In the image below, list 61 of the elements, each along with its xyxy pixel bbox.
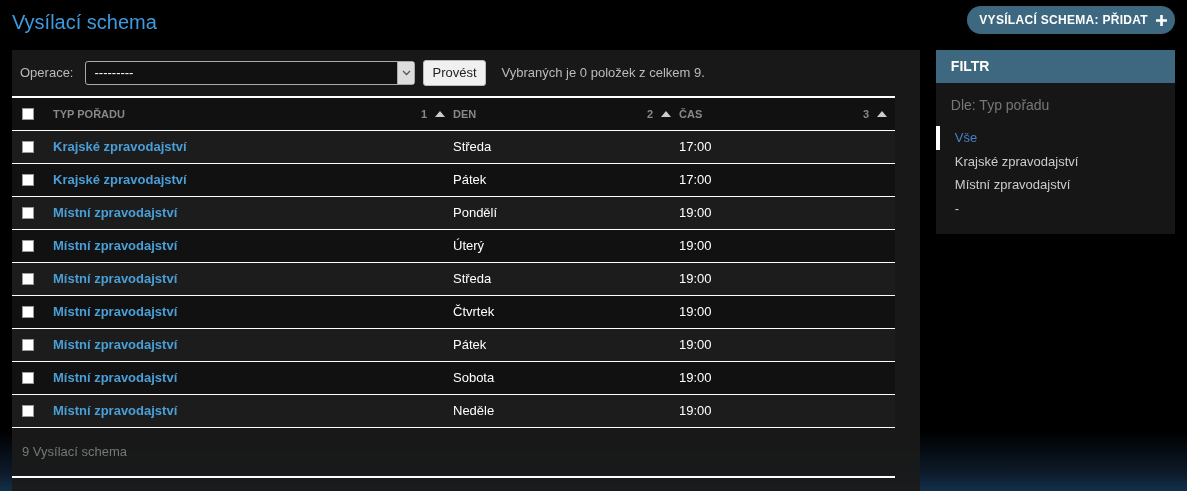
checkbox[interactable] bbox=[22, 372, 34, 384]
checkbox[interactable] bbox=[22, 306, 34, 318]
row-link[interactable]: Místní zpravodajství bbox=[53, 238, 178, 254]
time-cell: 17:00 bbox=[679, 172, 712, 188]
filter-option[interactable]: Vše bbox=[935, 126, 1175, 150]
time-cell: 19:00 bbox=[679, 403, 712, 419]
day-cell: Neděle bbox=[453, 403, 495, 419]
time-cell: 19:00 bbox=[679, 238, 712, 254]
time-cell: 19:00 bbox=[679, 304, 712, 320]
action-select[interactable]: --------- bbox=[85, 61, 416, 85]
time-cell: 19:00 bbox=[679, 337, 712, 353]
sort-priority: 2 bbox=[646, 106, 653, 122]
day-cell: Pátek bbox=[453, 337, 487, 353]
sort-priority: 1 bbox=[420, 106, 427, 122]
time-cell: 19:00 bbox=[679, 271, 712, 287]
day-cell: Středa bbox=[453, 139, 492, 155]
filter-option[interactable]: Místní zpravodajství bbox=[935, 173, 1175, 197]
checkbox[interactable] bbox=[22, 273, 34, 285]
column-header[interactable]: ČAS bbox=[679, 105, 703, 123]
checkbox[interactable] bbox=[22, 240, 34, 252]
plus-icon bbox=[1156, 14, 1167, 26]
checkbox[interactable] bbox=[22, 108, 34, 120]
row-link[interactable]: Místní zpravodajství bbox=[53, 205, 178, 221]
day-cell: Čtvrtek bbox=[453, 304, 495, 320]
run-button[interactable]: Provést bbox=[423, 60, 486, 86]
action-label: Operace: bbox=[20, 64, 74, 83]
filter-option[interactable]: - bbox=[935, 196, 1175, 220]
filter-title: FILTR bbox=[935, 50, 1175, 83]
caret-icon bbox=[402, 70, 411, 76]
day-cell: Pátek bbox=[453, 172, 487, 188]
day-cell: Sobota bbox=[453, 370, 495, 386]
sort-ascending-icon[interactable] bbox=[877, 111, 887, 117]
row-link[interactable]: Krajské zpravodajství bbox=[53, 172, 187, 188]
time-cell: 17:00 bbox=[679, 139, 712, 155]
checkbox[interactable] bbox=[22, 141, 34, 153]
page-title: Vysílací schema bbox=[12, 10, 157, 34]
sort-priority: 3 bbox=[862, 106, 869, 122]
row-link[interactable]: Místní zpravodajství bbox=[53, 271, 178, 287]
time-cell: 19:00 bbox=[679, 370, 712, 386]
checkbox[interactable] bbox=[22, 174, 34, 186]
row-link[interactable]: Krajské zpravodajství bbox=[53, 139, 187, 155]
day-cell: Středa bbox=[453, 271, 492, 287]
column-header[interactable]: TYP POŘADU bbox=[53, 105, 125, 123]
sort-ascending-icon[interactable] bbox=[435, 111, 445, 117]
filter-option[interactable]: Krajské zpravodajství bbox=[935, 149, 1175, 173]
time-cell: 19:00 bbox=[679, 205, 712, 221]
row-link[interactable]: Místní zpravodajství bbox=[53, 370, 178, 386]
checkbox[interactable] bbox=[22, 207, 34, 219]
row-link[interactable]: Místní zpravodajství bbox=[53, 403, 178, 419]
day-cell: Pondělí bbox=[453, 205, 498, 221]
row-link[interactable]: Místní zpravodajství bbox=[53, 337, 178, 353]
day-cell: Úterý bbox=[453, 238, 485, 254]
result-count: 9 Vysílací schema bbox=[22, 444, 127, 459]
selection-counter: Vybraných je 0 položek z celkem 9. bbox=[501, 64, 705, 83]
checkbox[interactable] bbox=[22, 405, 34, 417]
sort-ascending-icon[interactable] bbox=[661, 111, 671, 117]
filter-heading: Dle: Typ pořadu bbox=[949, 96, 1051, 115]
add-button[interactable]: VYSÍLACÍ SCHEMA: PŘIDAT bbox=[967, 6, 1175, 34]
row-link[interactable]: Místní zpravodajství bbox=[53, 304, 178, 320]
checkbox[interactable] bbox=[22, 339, 34, 351]
column-header[interactable]: DEN bbox=[453, 105, 477, 123]
